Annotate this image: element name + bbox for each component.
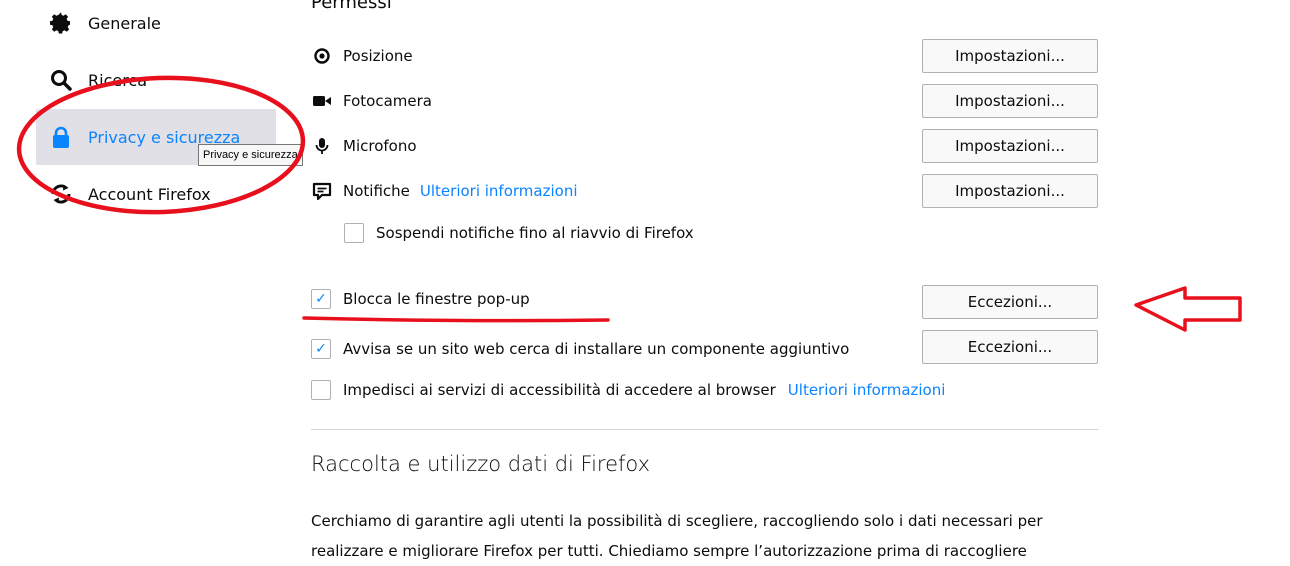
permission-row-microphone: Microfono (311, 135, 417, 157)
popup-exceptions-button[interactable]: Eccezioni... (922, 285, 1098, 319)
gear-icon (48, 10, 74, 36)
pause-notifications-row[interactable]: Sospendi notifiche fino al riavvio di Fi… (344, 223, 694, 243)
sidebar-item-ricerca[interactable]: Ricerca (48, 67, 147, 93)
arrow-annotation (1134, 286, 1242, 332)
permission-row-notifications: Notifiche Ulteriori informazioni (311, 180, 578, 202)
section-title: Raccolta e utilizzo dati di Firefox (311, 452, 651, 476)
block-popups-checkbox[interactable]: ✓ (311, 289, 331, 309)
divider (311, 429, 1099, 430)
search-icon (48, 67, 74, 93)
addon-exceptions-button[interactable]: Eccezioni... (922, 330, 1098, 364)
sidebar-item-account[interactable]: Account Firefox (48, 181, 211, 207)
sidebar-item-generale[interactable]: Generale (48, 10, 161, 36)
checkbox-label: Impedisci ai servizi di accessibilità di… (343, 381, 776, 399)
sidebar-item-label: Account Firefox (88, 184, 211, 204)
description-line: Cerchiamo di garantire agli utenti la po… (311, 512, 1043, 530)
permission-label: Notifiche (343, 182, 410, 200)
tooltip: Privacy e sicurezza (198, 144, 303, 166)
permission-label: Posizione (343, 47, 413, 65)
microphone-settings-button[interactable]: Impostazioni... (922, 129, 1098, 163)
pause-notifications-checkbox[interactable] (344, 223, 364, 243)
section-heading-partial: Permessi (311, 0, 392, 13)
location-icon (311, 45, 333, 67)
accessibility-checkbox[interactable] (311, 380, 331, 400)
accessibility-row[interactable]: Impedisci ai servizi di accessibilità di… (311, 380, 945, 400)
notifications-settings-button[interactable]: Impostazioni... (922, 174, 1098, 208)
sidebar-item-label: Generale (88, 13, 161, 33)
underline-annotation (302, 316, 610, 323)
permission-label: Fotocamera (343, 92, 432, 110)
learn-more-link[interactable]: Ulteriori informazioni (420, 182, 578, 200)
sidebar-item-label: Ricerca (88, 70, 148, 90)
description-line: realizzare e migliorare Firefox per tutt… (311, 542, 1027, 560)
checkbox-label: Blocca le finestre pop-up (343, 290, 530, 308)
warn-addons-row[interactable]: ✓ Avvisa se un sito web cerca di install… (311, 339, 849, 359)
checkbox-label: Avvisa se un sito web cerca di installar… (343, 340, 850, 358)
warn-addons-checkbox[interactable]: ✓ (311, 339, 331, 359)
camera-icon (311, 90, 333, 112)
notification-icon (311, 180, 333, 202)
lock-icon (48, 124, 74, 150)
microphone-icon (311, 135, 333, 157)
permission-label: Microfono (343, 137, 417, 155)
camera-settings-button[interactable]: Impostazioni... (922, 84, 1098, 118)
location-settings-button[interactable]: Impostazioni... (922, 39, 1098, 73)
checkbox-label: Sospendi notifiche fino al riavvio di Fi… (376, 224, 694, 242)
section-description: Cerchiamo di garantire agli utenti la po… (311, 506, 1101, 566)
permission-row-location: Posizione (311, 45, 413, 67)
block-popups-row[interactable]: ✓ Blocca le finestre pop-up (311, 289, 530, 309)
permission-row-camera: Fotocamera (311, 90, 432, 112)
learn-more-link[interactable]: Ulteriori informazioni (788, 381, 946, 399)
sync-icon (48, 181, 74, 207)
